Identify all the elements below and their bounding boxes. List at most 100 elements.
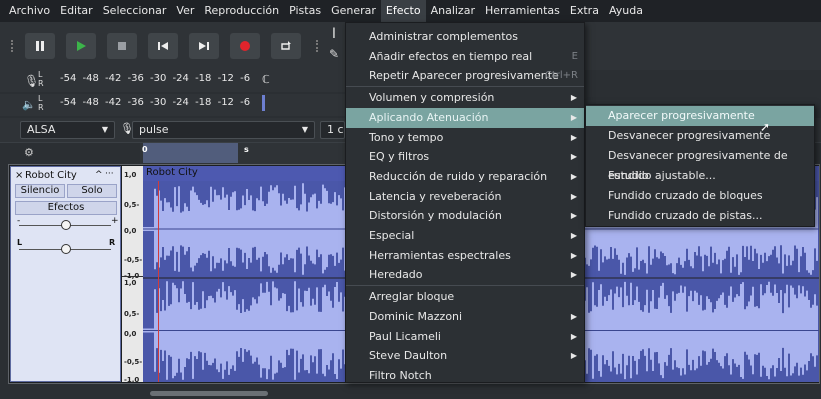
ruler-label: -0,5- — [124, 358, 143, 366]
shortcut-label: E — [571, 50, 578, 62]
menu-extra[interactable]: Extra — [565, 0, 604, 22]
effect-menu-item-label: Filtro Notch — [369, 368, 432, 382]
effect-menu-item[interactable]: Aplicando Atenuación ▶ — [346, 107, 584, 128]
vertical-ruler: 1,0 0,5- 0,0 -0,5- -1,0 1,0 0,5- 0,0 -0,5- -1,0 — [122, 166, 143, 384]
input-device-select[interactable]: pulse ▼ — [132, 121, 315, 139]
fade-submenu-item[interactable]: Aparecer progresivamente — [586, 106, 814, 126]
fade-submenu-item[interactable]: Desvanecer progresivamente de estudio — [586, 146, 814, 182]
effect-menu-item[interactable]: Filtro Notch — [346, 366, 584, 386]
pause-button[interactable] — [25, 33, 55, 59]
microphone-icon: 🎙 — [24, 74, 40, 88]
menu-editar[interactable]: Editar — [55, 0, 98, 22]
menu-ver[interactable]: Ver — [171, 0, 199, 22]
toolbar-grip-2[interactable] — [316, 40, 318, 52]
effect-menu-item[interactable]: Tono y tempo ▶ — [346, 128, 584, 148]
effect-menu-item[interactable]: Reducción de ruido y reparación ▶ — [346, 167, 584, 187]
submenu-arrow-icon: ▶ — [570, 191, 577, 201]
record-meter-row: 🎙 LR -54 -48 -42 -36 -30 -24 -18 -12 -6 … — [0, 70, 345, 92]
effect-menu-item[interactable]: Arreglar bloque — [346, 287, 584, 307]
scrollbar-thumb[interactable] — [150, 391, 268, 396]
effect-menu-item-label: Paul Licameli — [369, 329, 441, 343]
effects-button[interactable]: Efectos — [15, 201, 117, 215]
gain-slider-thumb[interactable] — [61, 220, 71, 230]
play-meter-scale[interactable]: -54 -48 -42 -36 -30 -24 -18 -12 -6 — [60, 97, 250, 108]
track-name[interactable]: Robot City — [25, 170, 77, 181]
draw-tool-icon[interactable]: ✎ — [325, 47, 343, 65]
menu-reproducción[interactable]: Reproducción — [199, 0, 284, 22]
submenu-arrow-icon: ▶ — [570, 132, 577, 142]
track-close-button[interactable]: × — [15, 170, 23, 181]
track-control-panel: × Robot City ^ ··· Silencio Solo Efectos… — [10, 166, 121, 382]
play-button[interactable] — [66, 33, 96, 59]
ruler-label: 0,5- — [124, 201, 140, 209]
stop-button[interactable] — [107, 33, 137, 59]
effect-menu-item-label: Arreglar bloque — [369, 290, 455, 304]
horizontal-scrollbar[interactable] — [0, 388, 821, 399]
play-meter-lr: LR — [38, 94, 44, 112]
effect-menu-item[interactable]: Steve Daulton ▶ — [346, 346, 584, 366]
effect-menu-item[interactable]: Distorsión y modulación ▶ — [346, 206, 584, 226]
ruler-label: 0,5- — [124, 310, 140, 318]
play-meter-row: 🔈 LR -54 -48 -42 -36 -30 -24 -18 -12 -6 — [0, 94, 345, 116]
record-meter-marker: ℂ — [262, 73, 270, 86]
fade-submenu-item[interactable]: Fundido cruzado de pistas... — [586, 206, 814, 226]
fade-submenu-item[interactable]: Desvanecer progresivamente — [586, 126, 814, 146]
host-select[interactable]: ALSA ▼ — [20, 121, 115, 139]
menu-analizar[interactable]: Analizar — [426, 0, 480, 22]
selection-tool-icon[interactable]: I — [325, 26, 343, 44]
time-ruler[interactable]: 0 s — [140, 143, 345, 165]
effect-menu-item[interactable]: Volumen y compresión ▶ — [346, 88, 584, 108]
loop-button[interactable] — [271, 33, 301, 59]
effect-menu-item[interactable]: Herramientas espectrales ▶ — [346, 246, 584, 266]
pause-icon — [36, 41, 44, 51]
effect-menu-item-label: Reducción de ruido y reparación — [369, 169, 548, 183]
submenu-arrow-icon: ▶ — [570, 311, 577, 321]
record-meter-scale[interactable]: -54 -48 -42 -36 -30 -24 -18 -12 -6 — [60, 73, 250, 84]
effect-menu-item[interactable]: Heredado ▶ — [346, 265, 584, 285]
toolbar-grip[interactable] — [11, 40, 13, 52]
menu-pistas[interactable]: Pistas — [284, 0, 326, 22]
menu-efecto[interactable]: Efecto — [380, 0, 426, 22]
track-menu-button[interactable]: ··· — [105, 169, 114, 179]
ruler-label: 1,0 — [124, 171, 137, 179]
effect-menu-item[interactable]: EQ y filtros ▶ — [346, 147, 584, 167]
play-icon — [77, 41, 86, 51]
effect-menu-item[interactable]: Paul Licameli ▶ — [346, 327, 584, 347]
menu-separator — [346, 86, 584, 88]
effect-menu-item[interactable]: Añadir efectos en tiempo real E — [346, 47, 584, 67]
fade-submenu: Aparecer progresivamente Desvanecer progr… — [585, 104, 815, 227]
effect-menu-item[interactable]: Administrar complementos — [346, 27, 584, 47]
ruler-zero: 0 — [142, 145, 148, 154]
submenu-arrow-icon: ▶ — [570, 270, 577, 280]
effect-menu-item[interactable]: Repetir Aparecer progresivamente Ctrl+R — [346, 66, 584, 86]
effect-menu-item[interactable]: Dominic Mazzoni ▶ — [346, 307, 584, 327]
effect-menu-item-label: Steve Daulton — [369, 349, 448, 363]
pan-left: L — [17, 238, 23, 247]
menu-herramientas[interactable]: Herramientas — [480, 0, 565, 22]
menu-archivo[interactable]: Archivo — [4, 0, 55, 22]
shortcut-label: Ctrl+R — [544, 70, 578, 82]
pan-slider-thumb[interactable] — [61, 244, 71, 254]
record-button[interactable] — [230, 33, 260, 59]
solo-button[interactable]: Solo — [67, 184, 117, 198]
fade-submenu-item[interactable]: Fundido cruzado de bloques — [586, 186, 814, 206]
mute-button[interactable]: Silencio — [15, 184, 65, 198]
timeline-settings-icon[interactable]: ⚙ — [24, 146, 34, 159]
effect-menu-item-label: Tono y tempo — [369, 130, 444, 144]
menu-ayuda[interactable]: Ayuda — [604, 0, 648, 22]
effect-menu-item-label: Latencia y reveberación — [369, 189, 502, 203]
skip-end-button[interactable] — [189, 33, 219, 59]
track-collapse-button[interactable]: ^ — [95, 170, 103, 180]
record-meter-lr: LR — [38, 70, 44, 88]
play-meter-level — [262, 95, 265, 111]
fade-submenu-item[interactable]: Fundido ajustable... — [586, 166, 814, 186]
effect-menu-item[interactable]: Latencia y reveberación ▶ — [346, 187, 584, 207]
skip-start-button[interactable] — [148, 33, 178, 59]
menu-generar[interactable]: Generar — [326, 0, 381, 22]
ruler-channel-divider — [122, 276, 143, 277]
channels-select[interactable]: 1 ca — [320, 121, 345, 139]
effect-menu-item[interactable]: Especial ▶ — [346, 226, 584, 246]
effect-menu: Administrar complementos Añadir efectos e… — [345, 22, 585, 383]
record-icon — [240, 41, 250, 51]
menu-seleccionar[interactable]: Seleccionar — [98, 0, 172, 22]
